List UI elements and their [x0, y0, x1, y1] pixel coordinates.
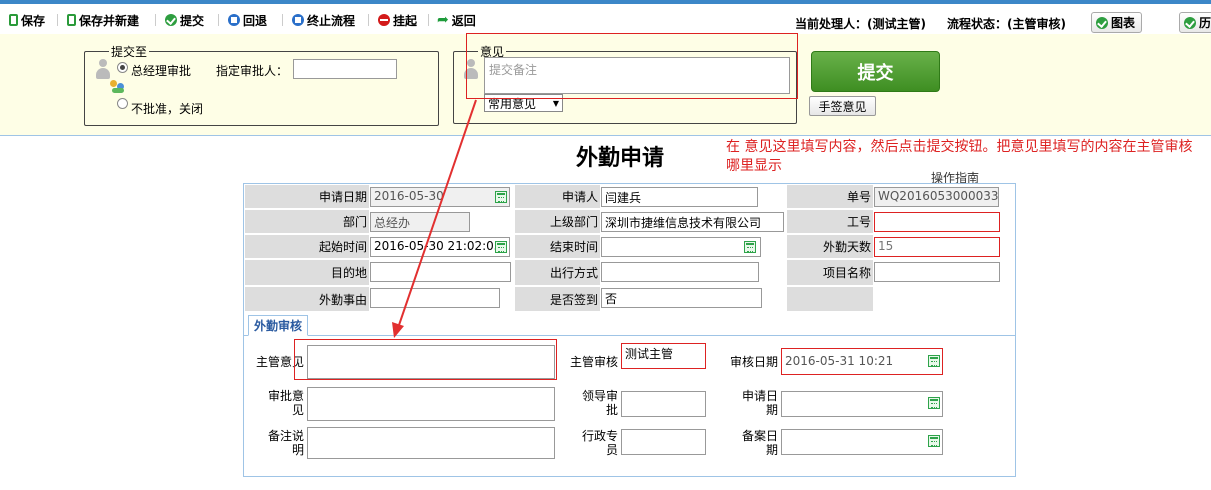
chart-button[interactable]: 图表: [1091, 12, 1142, 33]
review-date-label: 审核日期: [729, 355, 778, 369]
approval-opinion-label: 审批意见: [267, 389, 304, 417]
dept-label: 部门: [244, 209, 370, 234]
return-button[interactable]: ➦ 返回: [437, 11, 476, 29]
save-new-button[interactable]: 保存并新建: [67, 11, 139, 29]
reject-close-label: 不批准，关闭: [131, 102, 204, 116]
supervisor-review-label: 主管审核: [569, 355, 618, 369]
empty-cell: [786, 286, 874, 312]
start-time-input[interactable]: 2016-05-30 21:02:05: [370, 237, 510, 257]
start-time-label: 起始时间: [244, 234, 370, 259]
document-icon: [67, 14, 76, 26]
supervisor-opinion-input[interactable]: [307, 345, 555, 379]
separator: [428, 14, 429, 26]
submit-to-legend: 提交至: [111, 45, 148, 59]
opinion-textarea[interactable]: 提交备注: [484, 57, 790, 94]
approval-apply-date-label: 申请日期: [741, 389, 778, 417]
save-button[interactable]: 保存: [9, 11, 45, 29]
toolbar: 保存 保存并新建 提交 回退 终止流程 挂起 ➦ 返回 当前处理人：(测试主管) …: [0, 4, 1211, 34]
days-label: 外勤天数: [786, 234, 874, 259]
reason-input[interactable]: [370, 288, 500, 308]
person-icon: [95, 59, 111, 83]
job-no-input[interactable]: [874, 212, 1000, 232]
record-date-label: 备案日期: [741, 429, 778, 457]
number-input[interactable]: WQ2016053000033: [874, 187, 999, 207]
dropdown-arrow-icon: ▼: [552, 98, 559, 108]
flow-status: 流程状态：(主管审核): [947, 17, 1066, 31]
parent-dept-input[interactable]: 深圳市捷维信息技术有限公司: [601, 212, 784, 232]
general-manager-label: 总经理审批: [131, 64, 192, 78]
check-icon: [165, 14, 177, 26]
admin-staff-input[interactable]: [621, 429, 706, 455]
suspend-button[interactable]: 挂起: [378, 11, 417, 29]
approval-apply-date-input[interactable]: [781, 391, 943, 417]
approval-opinion-input[interactable]: [307, 387, 555, 421]
end-time-input[interactable]: [601, 237, 761, 257]
travel-mode-input[interactable]: [601, 262, 759, 282]
applicant-label: 申请人: [514, 184, 601, 209]
tab-field-review[interactable]: 外勤审核: [248, 315, 308, 336]
stop-icon: [292, 14, 304, 26]
history-button[interactable]: 历: [1179, 12, 1211, 33]
calendar-icon[interactable]: [928, 355, 940, 367]
assign-approver-input[interactable]: [293, 59, 397, 79]
travel-mode-label: 出行方式: [514, 259, 601, 286]
leader-review-input[interactable]: [621, 391, 706, 417]
signin-input[interactable]: 否: [601, 288, 762, 308]
page-title: 外勤申请: [576, 146, 665, 171]
calendar-icon[interactable]: [495, 241, 507, 253]
terminate-flow-button[interactable]: 终止流程: [292, 11, 355, 29]
submit-toolbar-button[interactable]: 提交: [165, 11, 204, 29]
radio-reject-close[interactable]: [117, 98, 128, 109]
reason-label: 外勤事由: [244, 286, 370, 312]
job-no-label: 工号: [786, 209, 874, 234]
hand-sign-button[interactable]: 手签意见: [809, 96, 876, 116]
remarks-input[interactable]: [307, 427, 555, 459]
separator: [368, 14, 369, 26]
submit-button[interactable]: 提交: [811, 51, 940, 92]
destination-label: 目的地: [244, 259, 370, 286]
person-icon: [463, 59, 479, 83]
review-date-input[interactable]: 2016-05-31 10:21: [781, 348, 943, 375]
leader-review-label: 领导审批: [581, 389, 618, 417]
calendar-icon[interactable]: [744, 241, 756, 253]
rollback-button[interactable]: 回退: [228, 11, 267, 29]
radio-general-manager[interactable]: [117, 62, 128, 73]
check-icon: [1096, 16, 1108, 29]
parent-dept-label: 上级部门: [514, 209, 601, 234]
separator: [218, 14, 219, 26]
supervisor-opinion-label: 主管意见: [255, 355, 304, 369]
destination-input[interactable]: [370, 262, 511, 282]
separator: [57, 14, 58, 26]
calendar-icon[interactable]: [928, 435, 940, 447]
project-name-input[interactable]: [874, 262, 1000, 282]
review-tabbar: 外勤审核: [244, 314, 1015, 336]
calendar-icon[interactable]: [495, 191, 507, 203]
document-icon: [9, 14, 18, 26]
number-label: 单号: [786, 184, 874, 209]
common-opinion-select[interactable]: 常用意见 ▼: [484, 94, 563, 112]
users-icon: [110, 80, 126, 94]
supervisor-review-input[interactable]: 测试主管: [621, 343, 706, 369]
remarks-label: 备注说明: [267, 429, 304, 457]
applicant-input[interactable]: 闫建兵: [601, 187, 758, 207]
check-icon: [1184, 16, 1196, 29]
return-arrow-icon: ➦: [437, 12, 449, 28]
apply-date-input[interactable]: 2016-05-30: [370, 187, 510, 207]
apply-date-label: 申请日期: [244, 184, 370, 209]
no-entry-icon: [378, 14, 390, 26]
days-input[interactable]: 15: [874, 237, 1000, 257]
end-time-label: 结束时间: [514, 234, 601, 259]
assign-approver-label: 指定审批人：: [216, 64, 289, 78]
current-handler: 当前处理人：(测试主管): [795, 17, 926, 31]
rollback-icon: [228, 14, 240, 26]
admin-staff-label: 行政专员: [581, 429, 618, 457]
calendar-icon[interactable]: [928, 397, 940, 409]
record-date-input[interactable]: [781, 429, 943, 455]
project-name-label: 项目名称: [786, 259, 874, 286]
dept-input[interactable]: 总经办: [370, 212, 470, 232]
separator: [155, 14, 156, 26]
separator: [282, 14, 283, 26]
signin-label: 是否签到: [514, 286, 601, 312]
